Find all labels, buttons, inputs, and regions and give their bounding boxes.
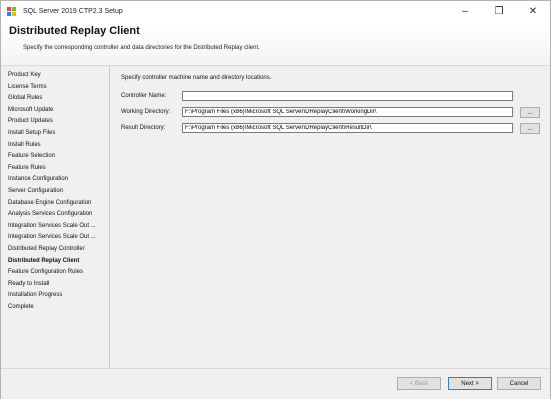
working-directory-label: Working Directory:: [121, 109, 171, 115]
result-directory-label: Result Directory:: [121, 125, 166, 131]
main-content: Specify controller machine name and dire…: [111, 66, 550, 368]
controller-name-label: Controller Name:: [121, 93, 167, 99]
instruction-text: Specify controller machine name and dire…: [121, 75, 272, 81]
sidebar-item-integration-services-scale-out-worker[interactable]: Integration Services Scale Out ...: [8, 234, 96, 240]
sidebar-item-database-engine-configuration[interactable]: Database Engine Configuration: [8, 200, 91, 206]
result-directory-input[interactable]: [182, 123, 513, 133]
maximize-button[interactable]: ❐: [482, 1, 516, 21]
steps-sidebar: Product Key License Terms Global Rules M…: [1, 66, 110, 368]
sidebar-item-product-key[interactable]: Product Key: [8, 72, 41, 78]
wizard-footer: < Back Next > Cancel: [1, 368, 550, 399]
sidebar-item-instance-configuration[interactable]: Instance Configuration: [8, 176, 68, 182]
sidebar-item-product-updates[interactable]: Product Updates: [8, 118, 53, 124]
sidebar-item-install-setup-files[interactable]: Install Setup Files: [8, 130, 55, 136]
page-header: Distributed Replay Client Specify the co…: [1, 21, 550, 66]
working-directory-browse-button[interactable]: ...: [520, 107, 540, 118]
page-subtitle: Specify the corresponding controller and…: [23, 45, 260, 51]
maximize-icon: ❐: [494, 5, 504, 17]
sidebar-item-installation-progress[interactable]: Installation Progress: [8, 292, 62, 298]
minimize-icon: –: [462, 5, 468, 17]
sidebar-item-license-terms[interactable]: License Terms: [8, 84, 47, 90]
sidebar-item-server-configuration[interactable]: Server Configuration: [8, 188, 63, 194]
setup-window: SQL Server 2019 CTP2.3 Setup – ❐ ✕ Distr…: [0, 0, 551, 399]
sidebar-item-install-rules[interactable]: Install Rules: [8, 142, 41, 148]
sidebar-item-feature-rules[interactable]: Feature Rules: [8, 165, 46, 171]
next-button[interactable]: Next >: [448, 377, 492, 390]
back-button[interactable]: < Back: [397, 377, 441, 390]
sidebar-item-integration-services-scale-out-master[interactable]: Integration Services Scale Out ...: [8, 223, 96, 229]
sidebar-item-ready-to-install[interactable]: Ready to Install: [8, 281, 49, 287]
sidebar-item-global-rules[interactable]: Global Rules: [8, 95, 42, 101]
sidebar-item-complete[interactable]: Complete: [8, 304, 34, 310]
sidebar-item-distributed-replay-controller[interactable]: Distributed Replay Controller: [8, 246, 85, 252]
sql-server-setup-icon: [7, 6, 17, 16]
sidebar-item-microsoft-update[interactable]: Microsoft Update: [8, 107, 53, 113]
minimize-button[interactable]: –: [448, 1, 482, 21]
working-directory-input[interactable]: [182, 107, 513, 117]
controller-name-input[interactable]: [182, 91, 513, 101]
window-title: SQL Server 2019 CTP2.3 Setup: [23, 7, 123, 15]
title-bar: SQL Server 2019 CTP2.3 Setup – ❐ ✕: [1, 1, 550, 21]
close-button[interactable]: ✕: [516, 1, 550, 21]
sidebar-item-feature-selection[interactable]: Feature Selection: [8, 153, 55, 159]
page-title: Distributed Replay Client: [9, 25, 140, 37]
result-directory-browse-button[interactable]: ...: [520, 123, 540, 134]
sidebar-item-feature-configuration-rules[interactable]: Feature Configuration Rules: [8, 269, 83, 275]
close-icon: ✕: [528, 5, 538, 17]
cancel-button[interactable]: Cancel: [497, 377, 541, 390]
sidebar-item-distributed-replay-client[interactable]: Distributed Replay Client: [8, 258, 79, 264]
window-controls: – ❐ ✕: [448, 1, 550, 21]
sidebar-item-analysis-services-configuration[interactable]: Analysis Services Configuration: [8, 211, 92, 217]
